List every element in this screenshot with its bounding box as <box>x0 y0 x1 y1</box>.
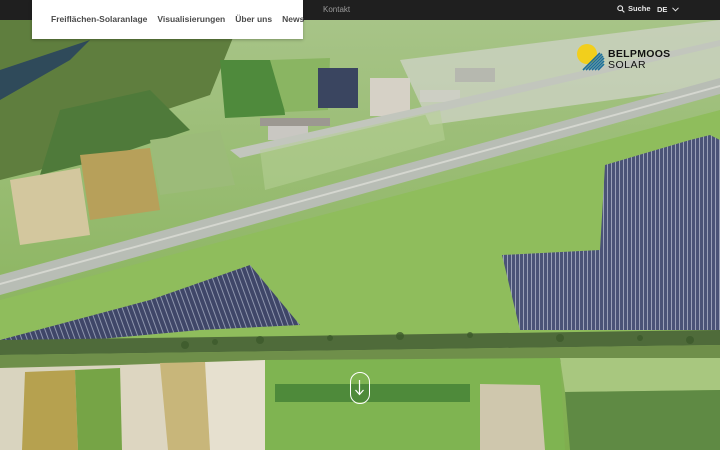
chevron-down-icon <box>672 7 680 12</box>
nav-item-visualisierungen[interactable]: Visualisierungen <box>157 14 225 24</box>
logo-wordmark-line2: SOLAR <box>608 59 647 71</box>
nav-item-news[interactable]: News <box>282 14 304 24</box>
arrow-down-icon <box>355 380 364 396</box>
main-navigation: Freiflächen-Solaranlage Visualisierungen… <box>32 0 304 39</box>
contact-link[interactable]: Kontakt <box>323 5 350 14</box>
search-icon <box>617 4 625 13</box>
nav-item-freiflaechen-solaranlage[interactable]: Freiflächen-Solaranlage <box>51 14 147 24</box>
sun-logo-icon <box>577 44 605 71</box>
nav-item-ueber-uns[interactable]: Über uns <box>235 14 272 24</box>
scroll-down-button[interactable] <box>350 372 370 404</box>
language-label: DE <box>657 5 668 14</box>
belpmoos-solar-logo[interactable]: BELPMOOS SOLAR <box>576 42 676 72</box>
search-label: Suche <box>628 4 651 13</box>
language-selector[interactable]: DE <box>657 5 680 14</box>
search-button[interactable]: Suche <box>617 4 651 13</box>
